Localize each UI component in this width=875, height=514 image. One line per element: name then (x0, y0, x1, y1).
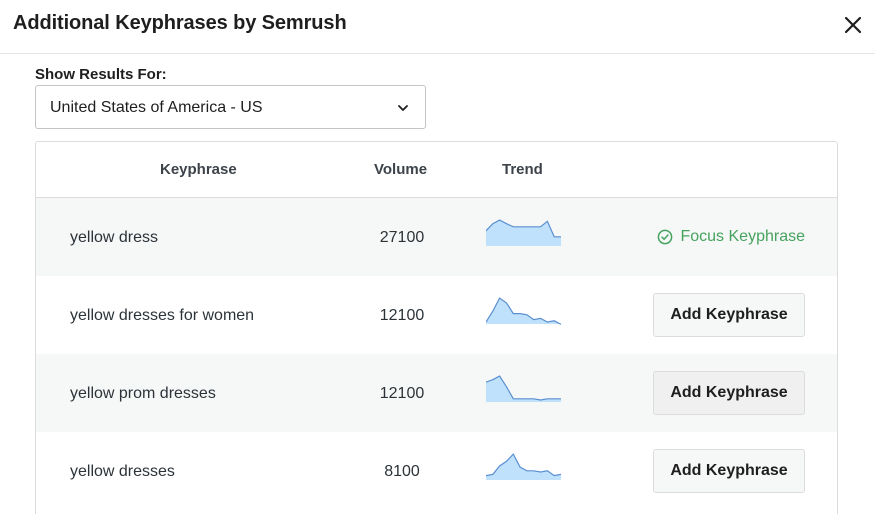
modal-title: Additional Keyphrases by Semrush (13, 12, 347, 34)
header-keyphrase: Keyphrase (160, 161, 237, 178)
add-keyphrase-button[interactable]: Add Keyphrase (653, 449, 805, 493)
header-volume: Volume (374, 161, 428, 178)
volume-cell: 12100 (379, 385, 425, 402)
table-row: yellow dress 27100 Focus Keyphrase (36, 198, 837, 276)
trend-area (486, 220, 561, 246)
show-results-label: Show Results For: (35, 66, 167, 83)
add-keyphrase-button[interactable]: Add Keyphrase (653, 371, 805, 415)
close-button[interactable] (838, 10, 868, 40)
modal-header: Additional Keyphrases by Semrush (0, 0, 875, 54)
keyphrase-cell: yellow dresses (70, 463, 175, 480)
check-circle-icon (658, 229, 673, 245)
header-trend: Trend (502, 161, 543, 178)
keyphrase-table: Keyphrase Volume Trend yellow dress 2710… (35, 141, 838, 514)
keyphrase-cell: yellow dresses for women (70, 307, 255, 324)
trend-area (486, 376, 561, 402)
keyphrase-cell: yellow dress (70, 229, 159, 246)
keyphrase-cell: yellow prom dresses (70, 385, 216, 402)
table-row: yellow dresses 8100 Add Keyphrase (36, 432, 837, 510)
focus-keyphrase-status: Focus Keyphrase (657, 228, 805, 246)
volume-cell: 27100 (379, 229, 425, 246)
close-icon (844, 16, 862, 34)
volume-cell: 12100 (379, 307, 425, 324)
trend-area (486, 454, 561, 480)
trend-sparkline (486, 297, 561, 325)
trend-sparkline (486, 375, 561, 402)
chevron-down-icon (398, 105, 408, 111)
table-row: yellow dresses for women 12100 Add Keyph… (36, 276, 837, 354)
trend-sparkline (486, 219, 561, 246)
add-keyphrase-button[interactable]: Add Keyphrase (653, 293, 805, 337)
country-select[interactable]: United States of America - US (35, 85, 426, 129)
table-row: yellow prom dresses 12100 Add Keyphrase (36, 354, 837, 432)
semrush-modal: Additional Keyphrases by Semrush Show Re… (0, 0, 875, 514)
country-select-value: United States of America - US (50, 99, 263, 116)
focus-keyphrase-label: Focus Keyphrase (680, 228, 805, 245)
volume-cell: 8100 (384, 463, 420, 480)
table-header: Keyphrase Volume Trend (36, 142, 837, 198)
trend-sparkline (486, 453, 561, 480)
